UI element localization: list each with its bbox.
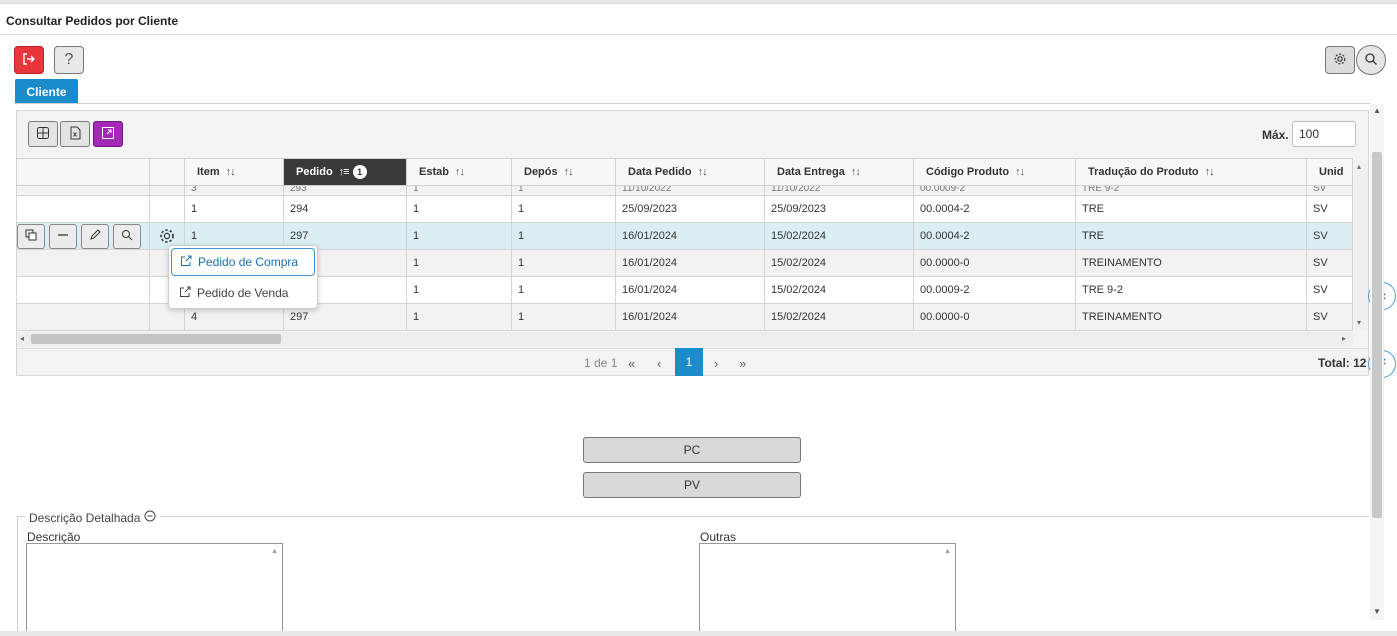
header-actions	[16, 158, 150, 186]
grid-scroll-down-arrow[interactable]: ▾	[1357, 318, 1361, 327]
table-header: Item ↑↓ Pedido ↑≡ 1 Estab ↑↓ Depós ↑↓ Data Pe…	[16, 158, 1353, 186]
page-title: Consultar Pedidos por Cliente	[6, 14, 179, 28]
search-icon	[1364, 52, 1378, 69]
first-page-button[interactable]: «	[628, 356, 635, 371]
col-traducao-produto[interactable]: Tradução do Produto ↑↓	[1075, 158, 1307, 186]
page-info: 1 de 1	[584, 356, 618, 370]
pencil-icon	[89, 229, 101, 244]
next-page-button[interactable]: ›	[714, 356, 718, 371]
remove-row-button[interactable]	[49, 224, 77, 249]
menu-item-pedido-venda[interactable]: Pedido de Venda	[171, 279, 315, 307]
tab-divider	[15, 103, 1370, 104]
edit-row-button[interactable]	[81, 224, 109, 249]
horizontal-scroll-thumb[interactable]	[31, 334, 281, 344]
tab-cliente[interactable]: Cliente	[15, 79, 78, 104]
grid-vertical-scrollbar[interactable]	[1354, 160, 1368, 330]
col-data-pedido[interactable]: Data Pedido ↑↓	[615, 158, 765, 186]
outras-textarea[interactable]: ▲	[699, 543, 956, 633]
col-item[interactable]: Item ↑↓	[184, 158, 284, 186]
grid-view-button[interactable]	[28, 121, 58, 147]
view-row-button[interactable]	[113, 224, 141, 249]
descricao-label: Descrição	[27, 530, 81, 544]
grid-icon	[36, 126, 50, 143]
scroll-right-arrow[interactable]: ▸	[1342, 334, 1346, 343]
context-menu: Pedido de Compra Pedido de Venda	[168, 245, 318, 309]
external-link-icon	[179, 286, 191, 301]
expand-button[interactable]	[93, 121, 123, 147]
exit-button[interactable]	[14, 46, 44, 74]
help-button[interactable]: ?	[54, 46, 84, 74]
top-strip	[0, 0, 1397, 4]
col-data-entrega[interactable]: Data Entrega ↑↓	[764, 158, 914, 186]
details-legend: Descrição Detalhada	[25, 510, 161, 525]
minus-icon	[57, 229, 69, 244]
total-count: Total: 12	[1318, 356, 1367, 370]
descricao-textarea[interactable]: ▲	[26, 543, 283, 633]
page-scroll-down-arrow[interactable]: ▼	[1373, 607, 1381, 616]
export-excel-button[interactable]	[60, 121, 90, 147]
max-input[interactable]: 100	[1292, 121, 1356, 147]
help-label: ?	[64, 51, 74, 68]
exit-icon	[22, 52, 36, 69]
search-icon	[121, 229, 133, 244]
title-divider	[0, 34, 1397, 35]
external-link-icon	[180, 255, 192, 270]
max-label: Máx.	[1262, 128, 1289, 142]
gear-icon	[1333, 52, 1347, 69]
last-page-button[interactable]: »	[739, 356, 746, 371]
page-scroll-thumb[interactable]	[1372, 152, 1382, 518]
textarea-scroll-up[interactable]: ▲	[271, 548, 278, 555]
col-depos[interactable]: Depós ↑↓	[511, 158, 616, 186]
table-row[interactable]: 1 294 1 1 25/09/2023 25/09/2023 00.0004-2 TRE S…	[16, 195, 1353, 223]
col-pedido[interactable]: Pedido ↑≡ 1	[283, 158, 407, 186]
textarea-scroll-up[interactable]: ▲	[944, 548, 951, 555]
col-codigo-produto[interactable]: Código Produto ↑↓	[913, 158, 1076, 186]
menu-item-pedido-compra[interactable]: Pedido de Compra	[171, 248, 315, 276]
col-unid[interactable]: Unid	[1306, 158, 1353, 186]
outras-label: Outras	[700, 530, 737, 544]
pv-button[interactable]: PV	[583, 472, 801, 498]
sort-order-badge: 1	[352, 165, 367, 179]
copy-row-button[interactable]	[17, 224, 45, 249]
page-scroll-up-arrow[interactable]: ▲	[1373, 106, 1381, 115]
scroll-left-arrow[interactable]: ◂	[20, 334, 24, 343]
col-estab[interactable]: Estab ↑↓	[406, 158, 512, 186]
excel-icon	[68, 126, 82, 143]
current-page-button[interactable]: 1	[675, 348, 703, 376]
row-actions	[17, 224, 141, 250]
prev-page-button[interactable]: ‹	[657, 356, 661, 371]
pc-button[interactable]: PC	[583, 437, 801, 463]
collapse-icon[interactable]	[144, 510, 156, 525]
copy-icon	[25, 229, 37, 244]
search-button[interactable]	[1356, 45, 1386, 75]
grid-scroll-up-arrow[interactable]: ▴	[1357, 162, 1361, 171]
table-row[interactable]: 3 293 1 1 11/10/2022 11/10/2022 00.0009-2 TRE …	[16, 185, 1353, 196]
header-menu	[149, 158, 185, 186]
expand-icon	[101, 126, 115, 143]
bottom-strip	[0, 631, 1397, 636]
settings-button[interactable]	[1325, 46, 1355, 74]
